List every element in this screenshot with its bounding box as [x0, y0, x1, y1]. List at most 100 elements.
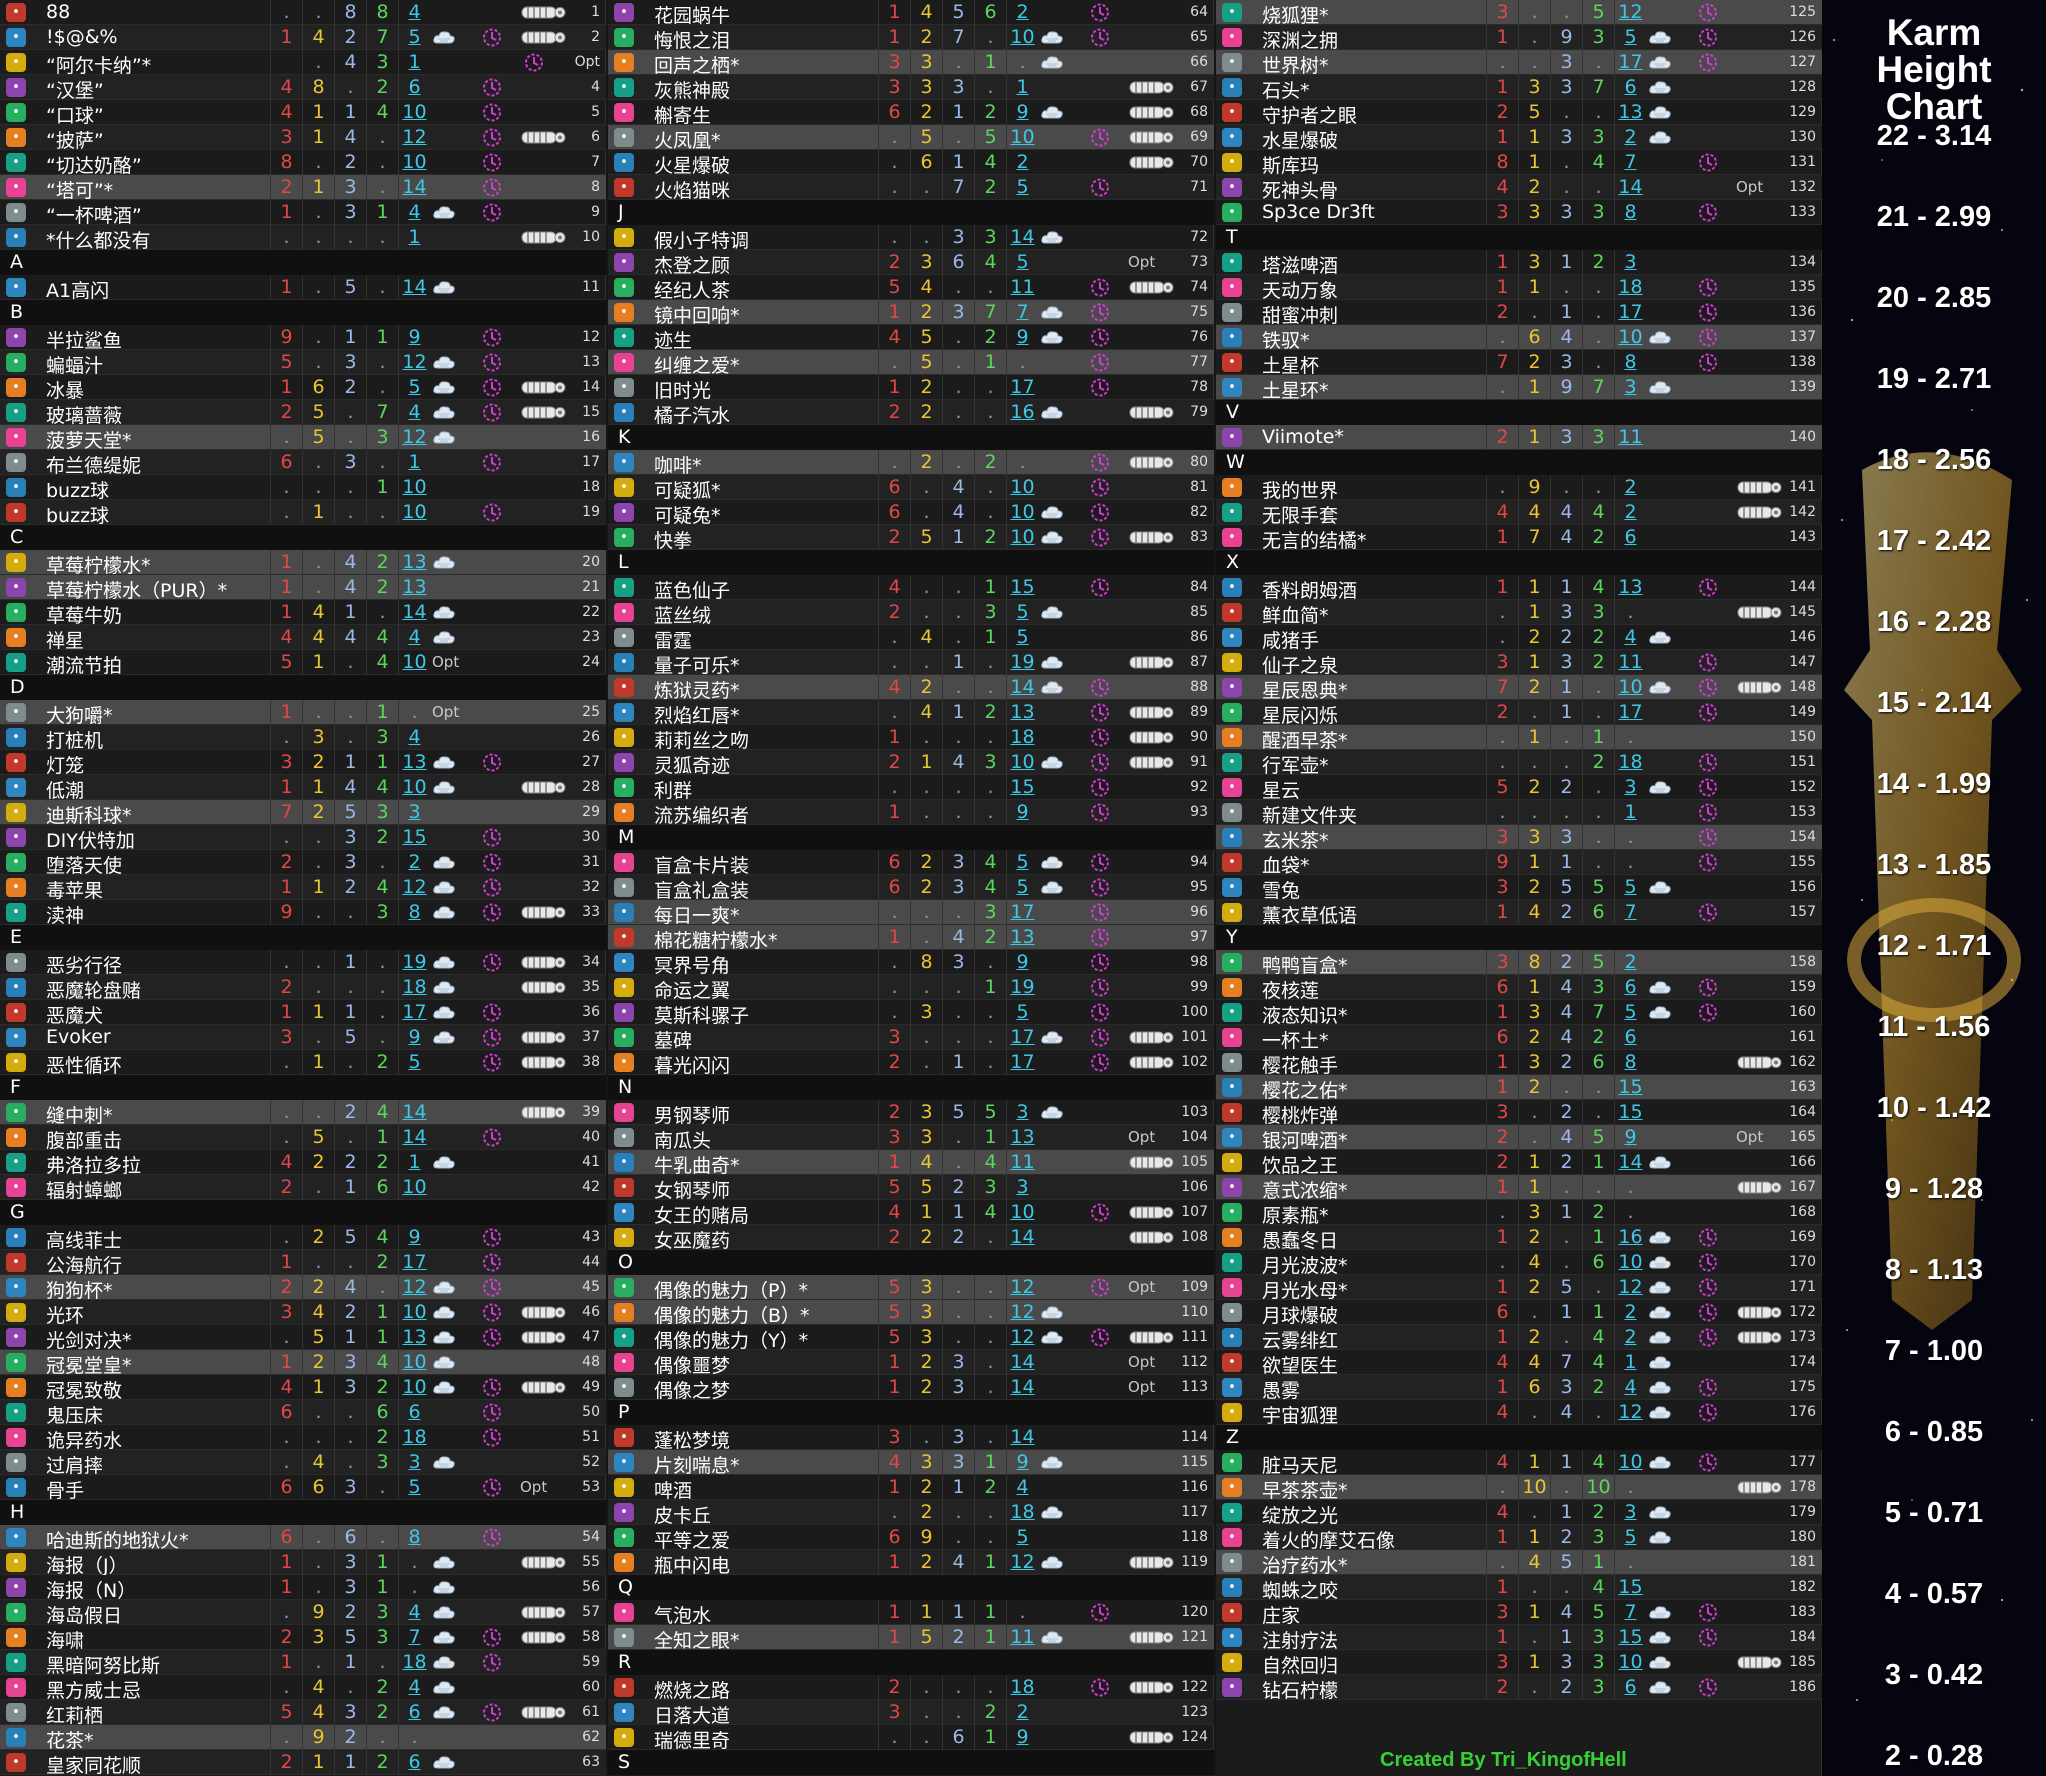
drink-row[interactable]: • 绽放之光 4. 1 2 3 179 [1216, 1500, 1822, 1525]
drink-row[interactable]: • 盲盒礼盒装 6 2 3 4 5 95 [608, 875, 1214, 900]
drink-row[interactable]: • 蝙蝠汁 5. 3. 12 13 [0, 350, 606, 375]
drink-row[interactable]: • 愚蠢冬日 1 2. 1 16 169 [1216, 1225, 1822, 1250]
drink-row[interactable]: • 啤酒 1 2 1 2 4 116 [608, 1475, 1214, 1500]
drink-row[interactable]: • 花园蜗牛 1 4 5 6 2 64 [608, 0, 1214, 25]
drink-row[interactable]: • “阿尔卡纳”*. 4 3 1 Opt [0, 50, 606, 75]
drink-row[interactable]: • 女巫魔药 2 2 2. 14 108 [608, 1225, 1214, 1250]
drink-row[interactable]: • 灯笼 3 2 1 1 13 27 [0, 750, 606, 775]
drink-row[interactable]: • 诡异药水... 2 18 51 [0, 1425, 606, 1450]
drink-row[interactable]: • 海岛假日. 9 2 3 4 57 [0, 1600, 606, 1625]
drink-row[interactable]: • 液态知识* 1 3 4 7 5 160 [1216, 1000, 1822, 1025]
drink-row[interactable]: • 狗狗杯* 2 2 4. 12 45 [0, 1275, 606, 1300]
drink-row[interactable]: • 可疑狐* 6. 4. 10 81 [608, 475, 1214, 500]
drink-row[interactable]: • 牛乳曲奇* 1 4. 4 11 105 [608, 1150, 1214, 1175]
drink-row[interactable]: • Viimote* 2 1 3 3 11 140 [1216, 425, 1822, 450]
drink-row[interactable]: • 守护者之眼 2 5.. 13 129 [1216, 100, 1822, 125]
drink-row[interactable]: • 着火的摩艾石像 1 1 2 3 5 180 [1216, 1525, 1822, 1550]
drink-row[interactable]: • 墓碑 3... 17 101 [608, 1025, 1214, 1050]
drink-row[interactable]: • 菠萝天堂*. 5. 3 12 16 [0, 425, 606, 450]
drink-row[interactable]: • 经纪人茶 5 4.. 11 74 [608, 275, 1214, 300]
drink-row[interactable]: • 斯库玛 8 1. 4 7 131 [1216, 150, 1822, 175]
drink-row[interactable]: • 鸭鸭盲盒* 3 8 2 5 2 158 [1216, 950, 1822, 975]
drink-row[interactable]: • 雪兔 3 2 5 5 5 156 [1216, 875, 1822, 900]
drink-row[interactable]: • 每日一爽*... 3 17 96 [608, 900, 1214, 925]
drink-row[interactable]: • 骨手 6 6 3. 5 Opt 53 [0, 1475, 606, 1500]
drink-row[interactable]: • 土星环*. 1 9 7 3 139 [1216, 375, 1822, 400]
drink-row[interactable]: • 蜘蛛之咬 1.. 4 15 182 [1216, 1575, 1822, 1600]
drink-row[interactable]: • *什么都没有.... 1 10 [0, 225, 606, 250]
drink-row[interactable]: • 女王的赌局 4 1 1 4 10 107 [608, 1200, 1214, 1225]
drink-row[interactable]: • 悔恨之泪 1 2 7. 10 65 [608, 25, 1214, 50]
drink-row[interactable]: • 渎神 9.. 3 8 33 [0, 900, 606, 925]
drink-row[interactable]: • 火凤凰*. 5. 5 10 69 [608, 125, 1214, 150]
drink-row[interactable]: • 冰暴 1 6 2. 5 14 [0, 375, 606, 400]
drink-row[interactable]: • 黑方威士忌. 4. 2 4 60 [0, 1675, 606, 1700]
drink-row[interactable]: • 蓝丝绒 2.. 3 5 85 [608, 600, 1214, 625]
drink-row[interactable]: • !$@&% 1 4 2 7 5 2 [0, 25, 606, 50]
drink-row[interactable]: • 日落大道 3.. 2 2 123 [608, 1700, 1214, 1725]
drink-row[interactable]: • 世界树*.. 3. 17 127 [1216, 50, 1822, 75]
drink-row[interactable]: • 海报（N） 1. 3 1. 56 [0, 1575, 606, 1600]
drink-row[interactable]: • 蓬松梦境 3. 3. 14 114 [608, 1425, 1214, 1450]
drink-row[interactable]: • 女钢琴师 5 5 2 3 3 106 [608, 1175, 1214, 1200]
drink-row[interactable]: • 布兰德缇妮 6. 3. 1 17 [0, 450, 606, 475]
drink-row[interactable]: • 星辰恩典* 7 2 1. 10 148 [1216, 675, 1822, 700]
drink-row[interactable]: • 毒苹果 1 1 2 4 12 32 [0, 875, 606, 900]
drink-row[interactable]: • 香料朗姆酒 1 1 1 4 13 144 [1216, 575, 1822, 600]
drink-row[interactable]: • 量子可乐*.. 1. 19 87 [608, 650, 1214, 675]
drink-row[interactable]: • 石头* 1 3 3 7 6 128 [1216, 75, 1822, 100]
drink-row[interactable]: • 命运之翼... 1 19 99 [608, 975, 1214, 1000]
drink-row[interactable]: • 无限手套 4 4 4 4 2 142 [1216, 500, 1822, 525]
drink-row[interactable]: • 冠冕致敬 4 1 3 2 10 49 [0, 1375, 606, 1400]
drink-row[interactable]: • 玄米茶* 3 3 3.. 154 [1216, 825, 1822, 850]
drink-row[interactable]: • 旧时光 1 2.. 17 78 [608, 375, 1214, 400]
drink-row[interactable]: • 潮流节拍 5 1. 4 10 Opt 24 [0, 650, 606, 675]
drink-row[interactable]: • 莉莉丝之吻 1... 18 90 [608, 725, 1214, 750]
drink-row[interactable]: • 恶劣行径.. 1. 19 34 [0, 950, 606, 975]
drink-row[interactable]: • 深渊之拥 1. 9 3 5 126 [1216, 25, 1822, 50]
drink-row[interactable]: • 迹生 4 5. 2 9 76 [608, 325, 1214, 350]
drink-row[interactable]: • 堕落天使 2. 3. 2 31 [0, 850, 606, 875]
drink-row[interactable]: • 自然回归 3 1 3 3 10 185 [1216, 1650, 1822, 1675]
drink-row[interactable]: • 水星爆破 1 1 3 3 2 130 [1216, 125, 1822, 150]
drink-row[interactable]: • 男钢琴师 2 3 5 5 3 103 [608, 1100, 1214, 1125]
drink-row[interactable]: • 咸猪手. 2 2 2 4 146 [1216, 625, 1822, 650]
drink-row[interactable]: • 樱花之佑* 1 2.. 15 163 [1216, 1075, 1822, 1100]
drink-row[interactable]: • 炼狱灵药* 4 2.. 14 88 [608, 675, 1214, 700]
drink-row[interactable]: • 草莓柠檬水（PUR）* 1. 4 2 13 21 [0, 575, 606, 600]
drink-row[interactable]: • 天动万象 1 1.. 18 135 [1216, 275, 1822, 300]
drink-row[interactable]: • 脏马天尼 4 1 1 4 10 177 [1216, 1450, 1822, 1475]
drink-row[interactable]: • 莫斯科骡子. 3.. 5 100 [608, 1000, 1214, 1025]
drink-row[interactable]: • 冠冕堂皇* 1 2 3 4 10 48 [0, 1350, 606, 1375]
drink-row[interactable]: • 红莉栖 5 4 3 2 6 61 [0, 1700, 606, 1725]
drink-row[interactable]: • 蓝色仙子 4.. 1 15 84 [608, 575, 1214, 600]
drink-row[interactable]: • 弗洛拉多拉 4 2 2 2 1 41 [0, 1150, 606, 1175]
drink-row[interactable]: • 橘子汽水 2 2.. 16 79 [608, 400, 1214, 425]
drink-row[interactable]: • 瓶中闪电 1 2 4 1 12 119 [608, 1550, 1214, 1575]
drink-row[interactable]: • “切达奶酪” 8. 2. 10 7 [0, 150, 606, 175]
drink-row[interactable]: • 樱桃炸弹 3. 2. 15 164 [1216, 1100, 1822, 1125]
drink-row[interactable]: • 宇宙狐狸 4. 4. 12 176 [1216, 1400, 1822, 1425]
drink-row[interactable]: • 海啸 2 3 5 3 7 58 [0, 1625, 606, 1650]
drink-row[interactable]: • 花茶*. 9 2.. 62 [0, 1725, 606, 1750]
drink-row[interactable]: • “汉堡” 4 8. 2 6 4 [0, 75, 606, 100]
drink-row[interactable]: • 利群.... 15 92 [608, 775, 1214, 800]
drink-row[interactable]: • 暮光闪闪 2. 1. 17 102 [608, 1050, 1214, 1075]
drink-row[interactable]: • 腹部重击. 5. 1 14 40 [0, 1125, 606, 1150]
drink-row[interactable]: • 火焰猫咪.. 7 2 5 71 [608, 175, 1214, 200]
drink-row[interactable]: • “一杯啤酒” 1. 3 1 4 9 [0, 200, 606, 225]
drink-row[interactable]: • 过肩摔. 4. 3 3 52 [0, 1450, 606, 1475]
drink-row[interactable]: • 欲望医生 4 4 7 4 1 174 [1216, 1350, 1822, 1375]
drink-row[interactable]: • “披萨” 3 1 4. 12 6 [0, 125, 606, 150]
drink-row[interactable]: • 大狗嚼* 1.. 1. Opt 25 [0, 700, 606, 725]
drink-row[interactable]: • 棉花糖柠檬水* 1. 4 2 13 97 [608, 925, 1214, 950]
drink-row[interactable]: • 迪斯科球* 7 2 5 3 3 29 [0, 800, 606, 825]
drink-row[interactable]: • 哈迪斯的地狱火* 6. 6. 8 54 [0, 1525, 606, 1550]
drink-row[interactable]: • 行军壶*... 2 18 151 [1216, 750, 1822, 775]
drink-row[interactable]: • 死神头骨 4 2.. 14 Opt 132 [1216, 175, 1822, 200]
drink-row[interactable]: • 光环 3 4 2 1 10 46 [0, 1300, 606, 1325]
drink-row[interactable]: • 原素瓶*. 3 1 2. 168 [1216, 1200, 1822, 1225]
drink-row[interactable]: • 盲盒卡片装 6 2 3 4 5 94 [608, 850, 1214, 875]
drink-row[interactable]: • 灰熊神殿 3 3 3. 1 67 [608, 75, 1214, 100]
drink-row[interactable]: • 纠缠之爱*. 5. 1. 77 [608, 350, 1214, 375]
